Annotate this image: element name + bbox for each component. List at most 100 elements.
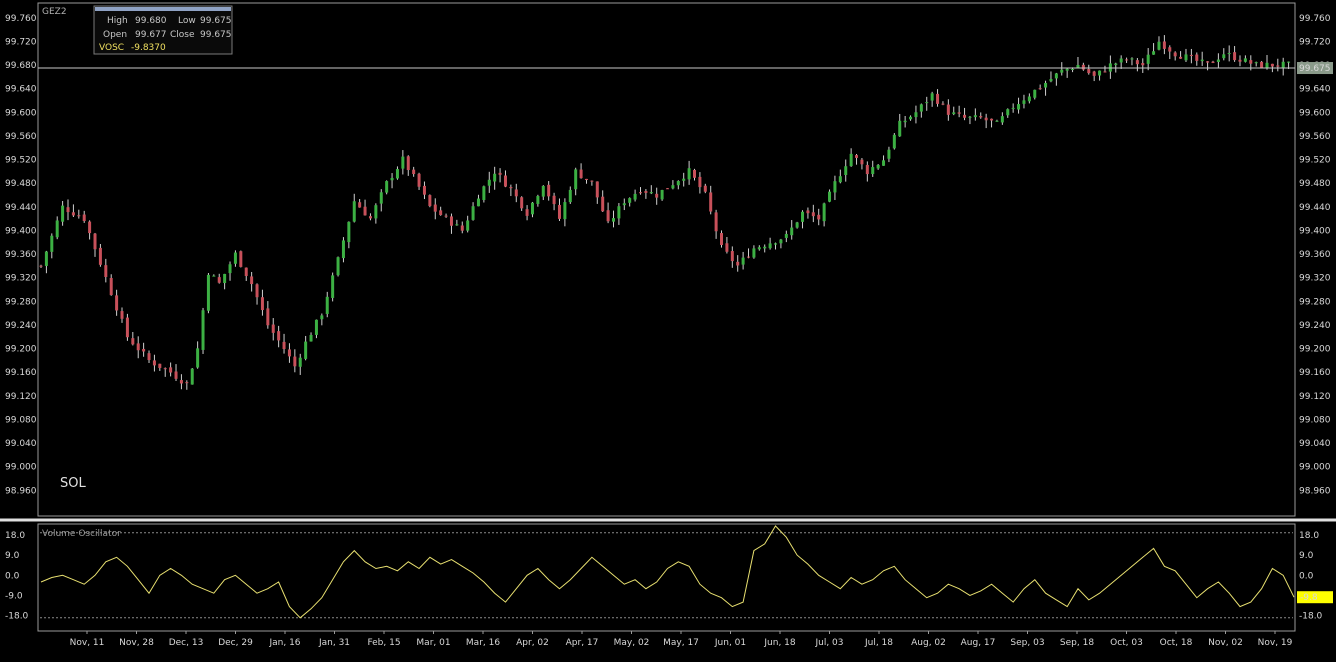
price-tick-left-12: 99.280 xyxy=(5,297,37,307)
candle-body-105 xyxy=(606,210,610,222)
price-tick-right-19: 99.000 xyxy=(1299,463,1331,473)
candle-body-82 xyxy=(482,186,486,200)
date-label-0: Nov, 11 xyxy=(70,638,105,648)
candle-body-69 xyxy=(412,169,416,175)
date-label-15: Jul, 03 xyxy=(814,638,843,648)
date-label-6: Feb, 15 xyxy=(367,638,400,648)
candle-body-34 xyxy=(223,273,227,284)
candle-body-27 xyxy=(185,382,189,384)
osc-tick-right-0: 18.0 xyxy=(1299,531,1319,541)
candle-body-121 xyxy=(693,169,697,178)
candle-body-90 xyxy=(525,209,529,216)
candle-body-62 xyxy=(374,205,378,219)
candle-body-135 xyxy=(768,243,772,249)
candle-body-220 xyxy=(1227,53,1231,55)
candle-body-26 xyxy=(179,380,183,384)
candle-body-56 xyxy=(341,240,345,259)
candle-body-140 xyxy=(795,222,799,228)
candle-body-207 xyxy=(1157,41,1161,50)
candle-body-142 xyxy=(806,210,810,214)
candle-body-25 xyxy=(174,371,178,379)
date-label-3: Dec, 29 xyxy=(218,638,253,648)
candle-body-159 xyxy=(898,120,902,137)
candle-body-16 xyxy=(125,317,129,338)
candle-body-107 xyxy=(617,206,621,219)
candle-body-32 xyxy=(212,275,216,277)
candle-body-179 xyxy=(1006,109,1010,116)
date-label-11: May, 02 xyxy=(614,638,650,648)
trading-chart[interactable]: 99.760 99.760 99.720 99.720 99.680 99.680 99.6… xyxy=(0,0,1336,662)
candle-body-158 xyxy=(892,134,896,149)
candle-body-84 xyxy=(493,173,497,182)
candle-body-11 xyxy=(98,247,102,265)
candle-body-19 xyxy=(142,348,146,352)
candle-body-7 xyxy=(77,215,81,217)
price-tick-left-15: 99.160 xyxy=(5,368,37,378)
candle-body-113 xyxy=(649,192,653,194)
data-window-titlebar[interactable] xyxy=(95,7,231,11)
candle-body-219 xyxy=(1222,54,1226,59)
vosc-label: VOSC xyxy=(99,43,124,53)
oscillator-title: Volume Oscillator xyxy=(42,529,121,539)
price-tick-left-0: 99.760 xyxy=(5,14,37,24)
candle-body-226 xyxy=(1260,61,1264,68)
candle-body-145 xyxy=(822,203,826,222)
candle-body-199 xyxy=(1114,63,1118,65)
candle-body-184 xyxy=(1033,89,1037,98)
date-label-24: Nov, 19 xyxy=(1258,638,1293,648)
date-label-4: Jan, 16 xyxy=(268,638,300,648)
date-label-7: Mar, 01 xyxy=(416,638,450,648)
candle-body-106 xyxy=(611,218,615,222)
price-tick-left-9: 99.400 xyxy=(5,226,37,236)
data-window[interactable]: High 99.680 Low 99.675 Open 99.677 Close… xyxy=(93,5,233,55)
candle-body-157 xyxy=(887,149,891,159)
candle-body-114 xyxy=(655,193,659,198)
low-value: 99.675 xyxy=(200,16,232,26)
price-tick-left-8: 99.440 xyxy=(5,203,37,213)
candle-body-79 xyxy=(466,220,470,231)
candle-body-46 xyxy=(287,349,291,357)
candle-body-70 xyxy=(417,173,421,187)
candle-body-162 xyxy=(914,112,918,118)
price-tick-left-5: 99.560 xyxy=(5,132,37,142)
candle-body-96 xyxy=(557,204,561,219)
candle-body-111 xyxy=(638,192,642,194)
candle-body-100 xyxy=(579,169,583,179)
date-label-23: Nov, 02 xyxy=(1208,638,1243,648)
candle-body-71 xyxy=(422,185,426,195)
price-tick-left-3: 99.640 xyxy=(5,85,37,95)
candle-body-205 xyxy=(1146,54,1150,64)
candle-body-4 xyxy=(61,205,65,222)
price-tick-right-9: 99.400 xyxy=(1299,226,1331,236)
candle-body-127 xyxy=(725,243,729,252)
candle-body-152 xyxy=(860,159,864,165)
date-label-14: Jun, 18 xyxy=(763,638,796,648)
candle-body-6 xyxy=(71,212,75,216)
close-label: Close xyxy=(170,30,195,40)
candle-body-211 xyxy=(1179,56,1183,59)
candle-body-228 xyxy=(1270,63,1274,67)
candle-body-61 xyxy=(368,216,372,219)
candle-body-177 xyxy=(995,120,999,122)
candle-body-230 xyxy=(1281,61,1285,69)
candle-body-51 xyxy=(314,319,318,335)
price-tick-left-13: 99.240 xyxy=(5,321,37,331)
price-tick-right-13: 99.240 xyxy=(1299,321,1331,331)
price-tick-left-14: 99.200 xyxy=(5,345,37,355)
candle-body-165 xyxy=(930,93,934,101)
high-value: 99.680 xyxy=(135,16,167,26)
date-label-9: Apr, 02 xyxy=(516,638,549,648)
candle-body-193 xyxy=(1081,64,1085,70)
candle-body-185 xyxy=(1038,88,1042,90)
candle-body-97 xyxy=(563,202,567,220)
date-label-22: Oct, 18 xyxy=(1160,638,1193,648)
symbol-label: GEZ2 xyxy=(42,7,67,17)
candle-body-131 xyxy=(747,256,751,258)
candle-body-167 xyxy=(941,103,945,105)
osc-last-label: -9.8 xyxy=(1300,593,1318,603)
candle-body-223 xyxy=(1243,58,1247,62)
osc-tick-right-1: 9.0 xyxy=(1299,551,1314,561)
candle-body-144 xyxy=(817,214,821,220)
candle-body-87 xyxy=(509,187,513,189)
candle-body-41 xyxy=(260,297,264,311)
